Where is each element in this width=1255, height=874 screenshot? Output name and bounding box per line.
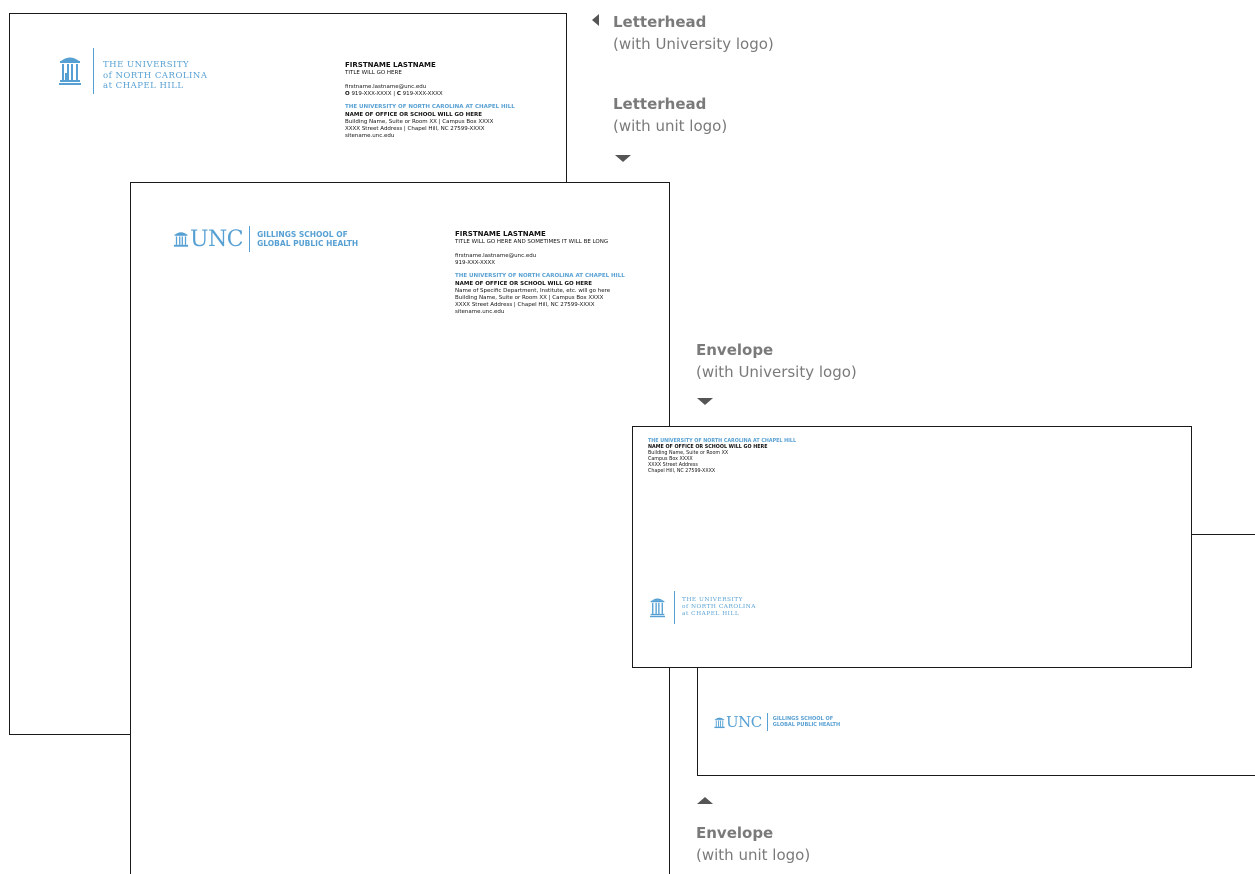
return-address-1: Building Name, Suite or Room XX [648,451,729,456]
unc-wordmark: UNC [726,713,762,731]
logo-line-2: of NORTH CAROLINA [103,70,208,81]
envelope-return-address: THE UNIVERSITY OF NORTH CAROLINA AT CHAP… [648,439,908,474]
contact-address-2: XXXX Street Address | Chapel Hill, NC 27… [345,126,485,132]
unit-line-1: GILLINGS SCHOOL OF [257,230,348,239]
envelope-university-sheet: THE UNIVERSITY OF NORTH CAROLINA AT CHAP… [632,426,1192,668]
return-address-3: XXXX Street Address [648,463,698,468]
contact-name: FIRSTNAME LASTNAME [345,61,436,69]
old-well-icon [650,596,665,618]
label-title: Letterhead [613,95,707,113]
label-subtitle: (with unit logo) [696,846,811,864]
contact-office: NAME OF OFFICE OR SCHOOL WILL GO HERE [455,281,592,287]
old-well-icon [714,716,725,729]
label-envelope-university: Envelope (with University logo) [696,339,857,383]
old-well-icon [173,230,189,248]
unit-logo: UNC GILLINGS SCHOOL OF GLOBAL PUBLIC HEA… [173,226,358,252]
cell-phone-label: C [396,91,401,97]
unc-wordmark: UNC [190,226,244,252]
university-logo: THE UNIVERSITY of NORTH CAROLINA at CHAP… [650,591,756,624]
label-subtitle: (with University logo) [613,35,774,53]
unit-line-2: GLOBAL PUBLIC HEALTH [772,722,841,728]
old-well-icon [59,54,81,85]
contact-title: TITLE WILL GO HERE AND SOMETIMES IT WILL… [455,239,609,245]
return-address-4: Chapel Hill, NC 27599-XXXX [648,469,716,474]
label-title: Letterhead [613,13,707,31]
label-letterhead-unit: Letterhead (with unit logo) [613,93,727,137]
contact-university: THE UNIVERSITY OF NORTH CAROLINA AT CHAP… [345,104,515,110]
contact-site: sitename.unc.edu [345,133,395,139]
label-title: Envelope [696,341,774,359]
label-subtitle: (with unit logo) [613,117,728,135]
cell-phone: 919-XXX-XXXX [402,91,443,97]
return-address-2: Campus Box XXXX [648,457,693,462]
phone-separator: | [393,91,396,97]
label-envelope-unit: Envelope (with unit logo) [696,822,810,866]
contact-department: Name of Specific Department, Institute, … [455,288,611,294]
triangle-left-icon [592,14,599,26]
triangle-up-icon [697,797,713,804]
contact-title: TITLE WILL GO HERE [345,70,402,76]
triangle-down-icon [615,155,631,162]
contact-office: NAME OF OFFICE OR SCHOOL WILL GO HERE [345,112,482,118]
letterhead-unit-sheet: UNC GILLINGS SCHOOL OF GLOBAL PUBLIC HEA… [130,182,670,874]
letterhead1-contact-block: FIRSTNAME LASTNAME TITLE WILL GO HERE fi… [345,61,560,139]
letterhead2-contact-block: FIRSTNAME LASTNAME TITLE WILL GO HERE AN… [455,230,665,315]
university-logo: THE UNIVERSITY of NORTH CAROLINA at CHAP… [59,48,208,94]
logo-line-3: at CHAPEL HILL [682,611,740,618]
label-title: Envelope [696,824,774,842]
return-university: THE UNIVERSITY OF NORTH CAROLINA AT CHAP… [648,439,797,444]
triangle-down-icon [697,398,713,405]
contact-address-2: XXXX Street Address | Chapel Hill, NC 27… [455,302,595,308]
contact-email: firstname.lastname@unc.edu [455,253,537,259]
contact-address-1: Building Name, Suite or Room XX | Campus… [345,119,494,125]
contact-address-1: Building Name, Suite or Room XX | Campus… [455,295,604,301]
contact-phone: 919-XXX-XXXX [455,260,496,266]
contact-email: firstname.lastname@unc.edu [345,84,427,90]
contact-phones: O 919-XXX-XXXX | C 919-XXX-XXXX [345,91,560,97]
logo-line-1: THE UNIVERSITY [103,60,190,70]
contact-site: sitename.unc.edu [455,309,505,315]
unit-logo: UNC GILLINGS SCHOOL OF GLOBAL PUBLIC HEA… [714,713,840,731]
label-subtitle: (with University logo) [696,363,857,381]
contact-university: THE UNIVERSITY OF NORTH CAROLINA AT CHAP… [455,273,625,279]
contact-name: FIRSTNAME LASTNAME [455,230,546,238]
office-phone: 919-XXX-XXXX [351,91,392,97]
return-office: NAME OF OFFICE OR SCHOOL WILL GO HERE [648,445,768,450]
logo-line-2: of NORTH CAROLINA [682,604,756,611]
logo-line-1: THE UNIVERSITY [682,597,743,603]
logo-line-3: at CHAPEL HILL [103,81,184,92]
label-letterhead-university: Letterhead (with University logo) [613,11,774,55]
office-phone-label: O [345,91,350,97]
unit-line-2: GLOBAL PUBLIC HEALTH [257,239,359,248]
